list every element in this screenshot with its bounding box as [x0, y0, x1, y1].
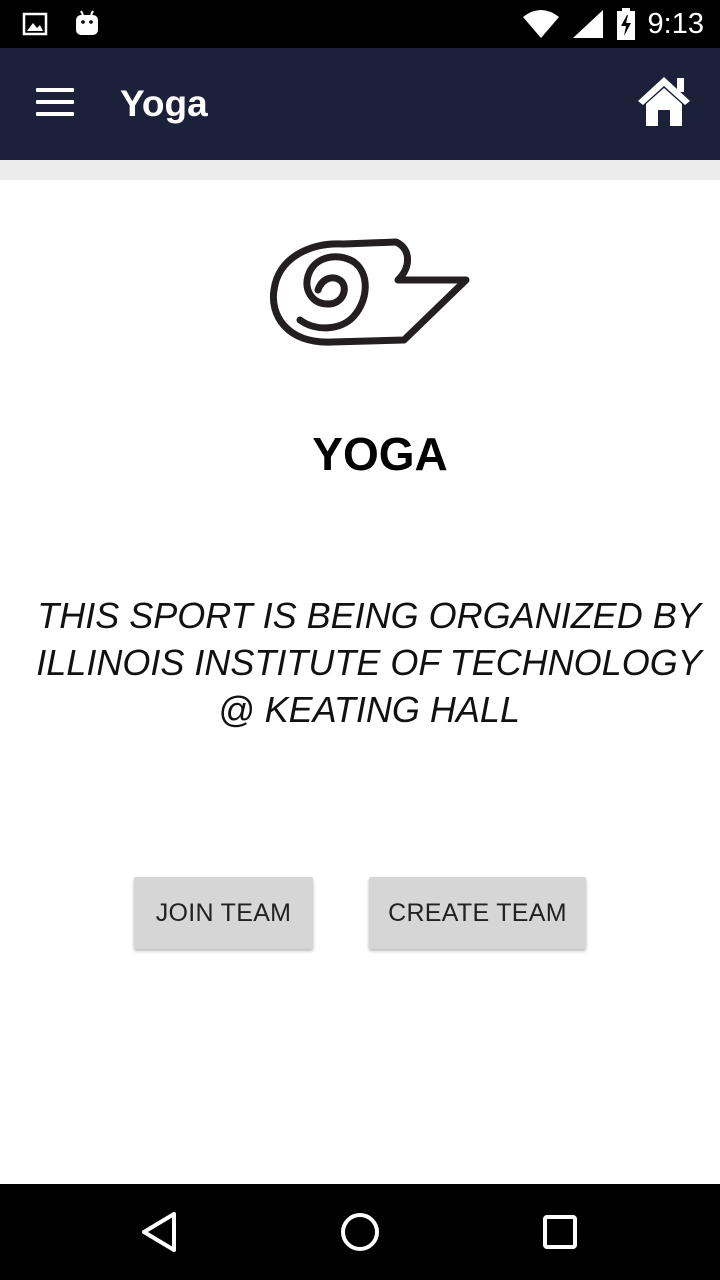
hamburger-menu-icon[interactable]	[36, 88, 76, 120]
image-notification-icon	[22, 12, 48, 36]
cell-signal-icon	[572, 10, 603, 38]
status-time: 9:13	[647, 8, 704, 40]
join-team-button[interactable]: JOIN TEAM	[134, 877, 313, 949]
sport-name: YOGA	[312, 428, 448, 480]
system-icons: 9:13	[522, 7, 704, 41]
divider-strip	[0, 160, 720, 180]
recents-icon[interactable]	[536, 1208, 584, 1256]
android-notification-icon	[76, 10, 98, 35]
notification-icons	[22, 10, 100, 38]
status-bar: 9:13	[0, 0, 720, 48]
home-circle-icon[interactable]	[336, 1208, 384, 1256]
home-icon[interactable]	[636, 74, 692, 128]
navigation-bar	[0, 1184, 720, 1280]
app-bar: Yoga	[0, 48, 720, 160]
wifi-icon	[522, 10, 559, 38]
battery-charging-icon	[616, 8, 635, 40]
app-title: Yoga	[120, 83, 208, 124]
back-icon[interactable]	[136, 1208, 184, 1256]
yoga-mat-icon	[269, 238, 470, 346]
organizer-text: THIS SPORT IS BEING ORGANIZED BY ILLINOI…	[36, 595, 702, 730]
main-content: YOGA THIS SPORT IS BEING ORGANIZED BY IL…	[0, 180, 720, 1184]
create-team-button[interactable]: CREATE TEAM	[369, 877, 586, 949]
